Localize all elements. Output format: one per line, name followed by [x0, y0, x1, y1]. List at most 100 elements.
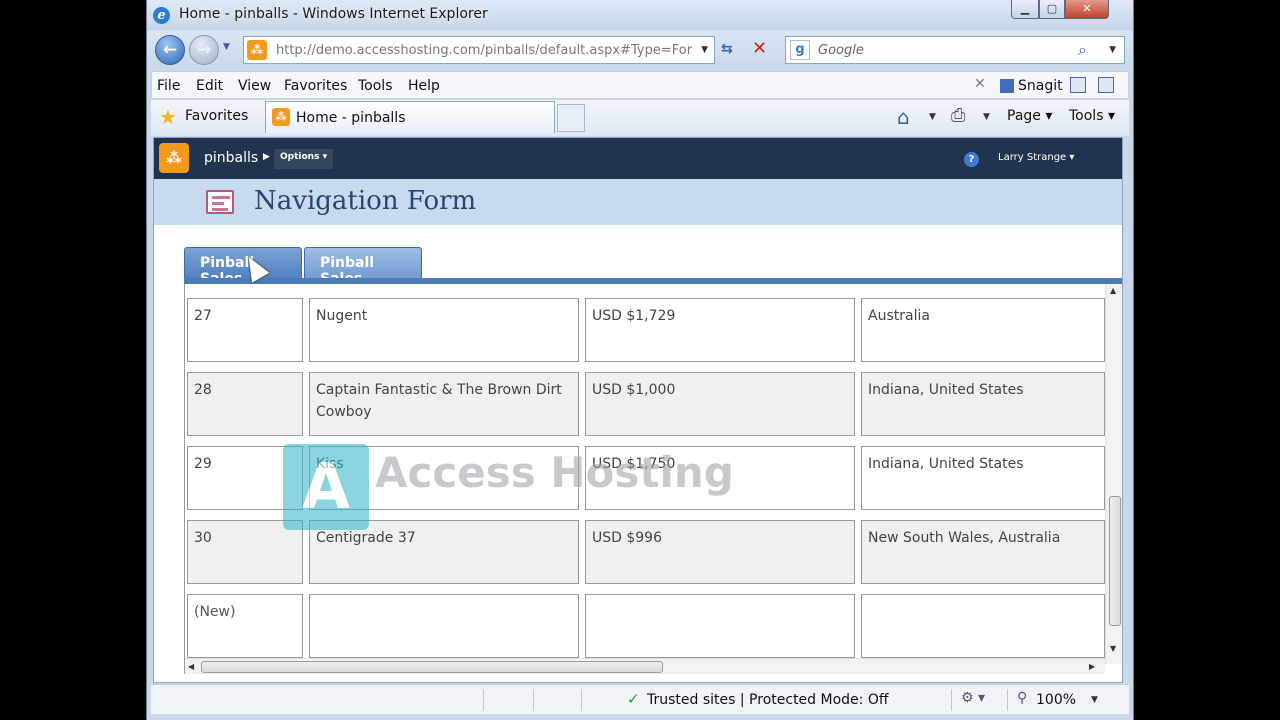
scroll-left-icon[interactable]: ◀ — [188, 662, 194, 671]
site-breadcrumb[interactable]: pinballs — [204, 150, 258, 166]
back-arrow-icon[interactable]: ← — [155, 35, 185, 65]
vertical-scroll-thumb[interactable] — [1109, 496, 1121, 626]
cell-location[interactable]: Indiana, United States — [861, 372, 1105, 436]
home-icon[interactable]: ⌂ — [897, 105, 910, 129]
cell-id[interactable]: 28 — [187, 372, 303, 436]
page-menu-label: Page — [1007, 108, 1041, 124]
minimize-button[interactable]: ▁ — [1011, 0, 1039, 19]
snagit-icon — [1000, 79, 1014, 93]
vertical-scrollbar[interactable]: ▲ ▼ — [1105, 284, 1122, 664]
scroll-down-icon[interactable]: ▼ — [1110, 644, 1116, 653]
user-menu[interactable]: Larry Strange ▾ — [998, 152, 1074, 163]
cell-price[interactable]: USD $1,729 — [585, 298, 855, 362]
tab-title: Home - pinballs — [296, 110, 406, 126]
cell-name[interactable]: Nugent — [309, 298, 579, 362]
favorites-bar: ★ Favorites ⁂ Home - pinballs ⌂ ▼ ⎙ ▼ Pa… — [151, 100, 1129, 136]
security-zone-text[interactable]: Trusted sites | Protected Mode: Off — [647, 692, 888, 708]
search-icon[interactable]: ⌕ — [1078, 40, 1087, 60]
snagit-capture-icon[interactable] — [1070, 77, 1086, 93]
form-header: Navigation Form — [154, 179, 1122, 225]
status-divider — [951, 689, 952, 711]
cell-price[interactable]: USD $1,000 — [585, 372, 855, 436]
menu-edit[interactable]: Edit — [196, 78, 223, 94]
site-favicon-icon: ⁂ — [247, 40, 267, 60]
watermark: A Access Hosting — [283, 444, 734, 534]
address-bar[interactable]: ⁂ http://demo.accesshosting.com/pinballs… — [243, 36, 715, 64]
user-name: Larry Strange — [998, 152, 1067, 163]
options-label: Options — [280, 152, 320, 162]
tools-menu-label: Tools — [1069, 108, 1104, 124]
cell-id[interactable]: 27 — [187, 298, 303, 362]
stop-icon[interactable]: ✕ — [752, 38, 767, 59]
close-button[interactable]: ✕ — [1065, 0, 1109, 19]
snagit-button[interactable]: Snagit — [1000, 78, 1063, 94]
favorites-star-icon[interactable]: ★ — [159, 105, 177, 129]
form-title: Navigation Form — [254, 186, 477, 216]
favorites-button[interactable]: Favorites — [185, 108, 248, 124]
status-divider — [483, 689, 484, 711]
print-icon[interactable]: ⎙ — [951, 105, 965, 126]
cell-price[interactable] — [585, 594, 855, 658]
menu-tools[interactable]: Tools — [358, 78, 393, 94]
new-tab-button[interactable] — [557, 104, 585, 132]
scroll-right-icon[interactable]: ▶ — [1089, 662, 1095, 671]
cell-location[interactable]: Australia — [861, 298, 1105, 362]
menu-view[interactable]: View — [238, 78, 271, 94]
site-favicon-icon: ⁂ — [272, 108, 290, 126]
horizontal-scroll-thumb[interactable] — [201, 661, 663, 673]
refresh-icon[interactable]: ⇆ — [721, 41, 733, 57]
window-title: Home - pinballs - Windows Internet Explo… — [179, 6, 488, 22]
maximize-button[interactable]: ▢ — [1039, 0, 1065, 19]
access-hosting-logo-icon: A — [283, 444, 369, 530]
horizontal-scrollbar[interactable]: ◀ ▶ — [185, 658, 1105, 674]
zoom-dropdown-icon[interactable]: ▼ — [1091, 695, 1098, 705]
address-url[interactable]: http://demo.accesshosting.com/pinballs/d… — [276, 43, 692, 58]
ie-icon: e — [153, 7, 170, 24]
menu-favorites[interactable]: Favorites — [284, 78, 347, 94]
status-bar: ✓ Trusted sites | Protected Mode: Off ⚙ … — [151, 684, 1129, 714]
page-content: ⁂ pinballs ▶ Options ▾ ? Larry Strange ▾… — [153, 137, 1123, 683]
tools-menu-button[interactable]: Tools ▾ — [1069, 108, 1115, 124]
search-input[interactable]: Google — [818, 43, 864, 58]
site-logo-icon[interactable]: ⁂ — [159, 143, 189, 173]
close-toolbar-icon[interactable]: ✕ — [974, 76, 986, 92]
zoom-level[interactable]: 100% — [1036, 692, 1076, 708]
history-dropdown-icon[interactable]: ▼ — [223, 42, 230, 52]
menu-bar: File Edit View Favorites Tools Help ✕ Sn… — [151, 71, 1129, 99]
cell-id[interactable]: (New) — [187, 594, 303, 658]
checkmark-icon: ✓ — [627, 690, 640, 708]
google-icon: g — [790, 40, 810, 60]
page-menu-button[interactable]: Page ▾ — [1007, 108, 1052, 124]
search-box[interactable]: g Google ⌕ ▼ — [785, 36, 1125, 64]
snagit-editor-icon[interactable] — [1098, 77, 1114, 93]
browser-window: e Home - pinballs - Windows Internet Exp… — [146, 0, 1134, 720]
search-dropdown-icon[interactable]: ▼ — [1109, 45, 1116, 55]
cell-location[interactable]: New South Wales, Australia — [861, 520, 1105, 584]
home-dropdown-icon[interactable]: ▼ — [929, 112, 936, 122]
status-divider — [581, 689, 582, 711]
forward-arrow-icon[interactable]: → — [189, 35, 219, 65]
title-bar: e Home - pinballs - Windows Internet Exp… — [147, 0, 1133, 30]
cell-location[interactable] — [861, 594, 1105, 658]
form-icon — [206, 190, 234, 214]
options-menu[interactable]: Options ▾ — [274, 149, 334, 169]
scroll-up-icon[interactable]: ▲ — [1110, 286, 1116, 295]
status-divider — [533, 689, 534, 711]
cell-location[interactable]: Indiana, United States — [861, 446, 1105, 510]
tab-pinball-sales-2[interactable]: Pinball Sales — [304, 247, 422, 287]
menu-file[interactable]: File — [157, 78, 180, 94]
address-dropdown-icon[interactable]: ▼ — [701, 45, 708, 55]
snagit-label: Snagit — [1018, 78, 1063, 94]
address-row: ← → ▼ ⁂ http://demo.accesshosting.com/pi… — [147, 30, 1133, 70]
browser-tab[interactable]: ⁂ Home - pinballs — [265, 101, 555, 133]
breadcrumb-arrow-icon: ▶ — [263, 152, 270, 162]
cell-name[interactable] — [309, 594, 579, 658]
zoom-icon[interactable]: ⚲ — [1017, 690, 1027, 706]
sharepoint-top-bar: ⁂ pinballs ▶ Options ▾ ? Larry Strange ▾ — [154, 138, 1122, 179]
status-divider — [1007, 689, 1008, 711]
help-icon[interactable]: ? — [964, 152, 979, 167]
cell-name[interactable]: Captain Fantastic & The Brown Dirt Cowbo… — [309, 372, 579, 436]
menu-help[interactable]: Help — [408, 78, 440, 94]
privacy-icon[interactable]: ⚙ ▾ — [961, 690, 985, 706]
print-dropdown-icon[interactable]: ▼ — [983, 112, 990, 122]
